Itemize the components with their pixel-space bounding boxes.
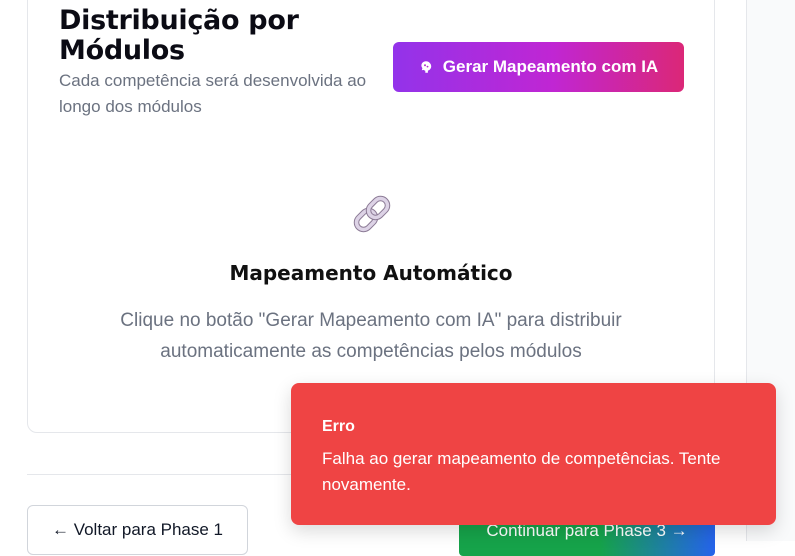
generate-mapping-button[interactable]: Gerar Mapeamento com IA <box>393 42 684 92</box>
back-to-phase-1-button[interactable]: ← Voltar para Phase 1 <box>27 505 248 555</box>
generate-mapping-label: Gerar Mapeamento com IA <box>442 57 659 76</box>
section-subtitle: Cada competência será desenvolvida ao lo… <box>59 71 367 116</box>
brain-icon <box>419 60 433 74</box>
empty-state-description: Clique no botão "Gerar Mapeamento com IA… <box>120 310 622 362</box>
toast-title: Erro <box>322 418 355 435</box>
empty-state-title: Mapeamento Automático <box>229 261 513 285</box>
toast-message: Falha ao gerar mapeamento de competência… <box>322 449 721 494</box>
error-toast[interactable]: Erro Falha ao gerar mapeamento de compet… <box>291 383 776 525</box>
link-icon <box>348 190 396 238</box>
section-title: Distribuição por Módulos <box>59 5 299 66</box>
